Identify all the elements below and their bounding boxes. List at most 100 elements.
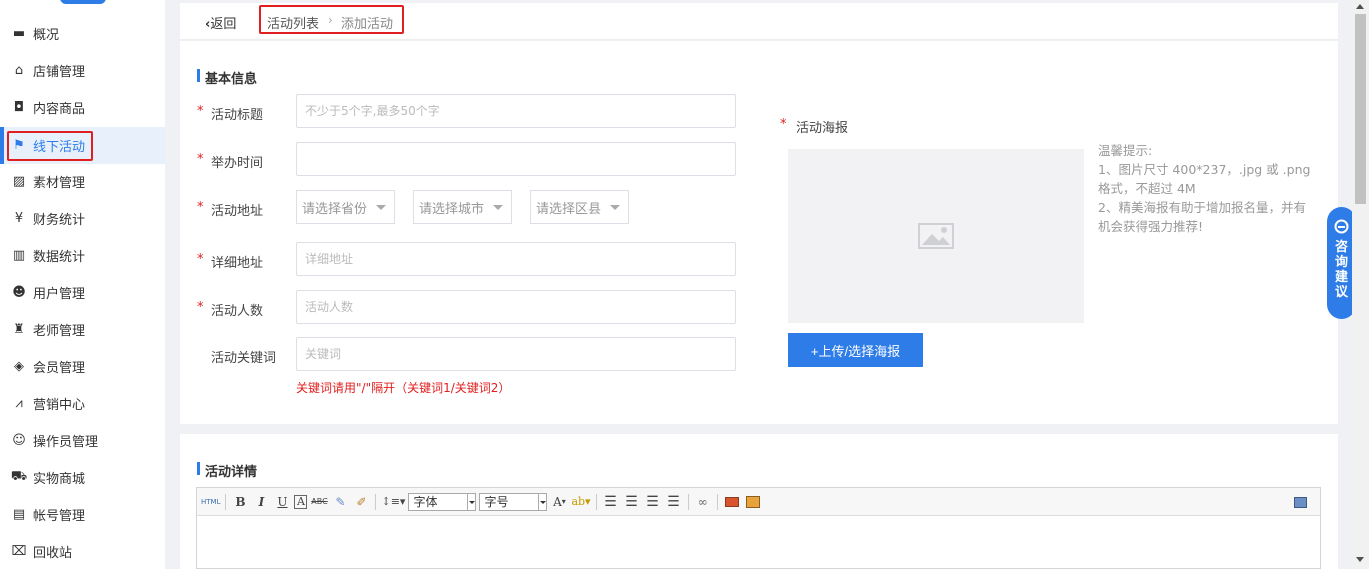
sidebar-item-6[interactable]: ▥ 数据统计 — [0, 237, 165, 274]
toolbar-separator — [225, 493, 227, 510]
font-family-select[interactable]: 字体 — [408, 492, 477, 511]
poster-preview[interactable] — [788, 149, 1084, 323]
bold-button[interactable]: B — [231, 492, 249, 512]
font-color-button[interactable]: A ▾ — [550, 492, 568, 512]
section-title-activity-detail: 活动详情 — [197, 461, 257, 480]
sidebar-item-12[interactable]: ⛟ 实物商城 — [0, 459, 165, 496]
detail-address-input[interactable] — [296, 242, 736, 276]
strikethrough-button[interactable]: ABC — [310, 492, 328, 512]
toolbar-separator — [716, 493, 718, 510]
rich-text-editor[interactable]: HTML B I U A ABC ✎ ✐ ↕≡▾ 字体 字号 A ▾ ab▾ ☰ … — [196, 487, 1321, 569]
keywords-input[interactable] — [296, 337, 736, 371]
sidebar-item-13[interactable]: ▤ 帐号管理 — [0, 496, 165, 533]
sidebar-item-4[interactable]: ▨ 素材管理 — [0, 163, 165, 200]
bar-chart-icon: ▥ — [12, 248, 26, 263]
sidebar-item-7[interactable]: ☻ 用户管理 — [0, 274, 165, 311]
bag-icon: ◘ — [13, 100, 25, 115]
shop-icon: ⌂ — [14, 63, 24, 78]
label-address: 活动地址 — [211, 204, 264, 219]
back-button[interactable]: ‹返回 — [205, 13, 236, 32]
align-justify-icon[interactable]: ☰ — [665, 492, 683, 512]
image-placeholder-icon — [918, 223, 954, 249]
sidebar-item-label: 帐号管理 — [33, 509, 86, 524]
caret-down-icon — [610, 205, 620, 210]
tips-line: 温馨提示: — [1098, 143, 1153, 158]
font-size-value: 字号 — [484, 495, 509, 509]
hold-time-input[interactable] — [296, 142, 736, 176]
province-select-value: 请选择省份 — [302, 201, 368, 217]
trend-icon: ⩘ — [15, 396, 23, 411]
required-mark: * — [197, 252, 204, 267]
trash-icon: ⌧ — [11, 544, 27, 559]
toolbar-separator — [375, 493, 377, 510]
required-mark: * — [197, 300, 204, 315]
sidebar-item-label: 店铺管理 — [33, 65, 86, 80]
font-color-label: A — [553, 494, 562, 509]
fullscreen-icon[interactable] — [1291, 492, 1309, 512]
sidebar-item-5[interactable]: ¥ 财务统计 — [0, 200, 165, 237]
sidebar-item-label: 操作员管理 — [33, 435, 99, 450]
toolbar-separator — [595, 493, 597, 510]
dropdown-arrow-icon — [467, 493, 476, 510]
align-right-icon[interactable]: ☰ — [644, 492, 662, 512]
sidebar-item-10[interactable]: ⩘ 营销中心 — [0, 385, 165, 422]
underline-button[interactable]: U — [273, 492, 291, 512]
sidebar-item-14[interactable]: ⌧ 回收站 — [0, 533, 165, 569]
tips-line: 2、精美海报有助于增加报名量，并有 — [1098, 200, 1306, 215]
district-select[interactable]: 请选择区县 — [530, 190, 629, 224]
sidebar-item-2[interactable]: ◘ 内容商品 — [0, 89, 165, 126]
feedback-label: 咨询建议 — [1334, 240, 1348, 300]
font-border-button[interactable]: A — [294, 494, 308, 509]
poster-tips: 温馨提示: 1、图片尺寸 400*237，.jpg 或 .png 格式，不超过 … — [1098, 141, 1313, 236]
label-keywords: 活动关键词 — [211, 351, 277, 366]
tips-line: 1、图片尺寸 400*237，.jpg 或 .png — [1098, 162, 1311, 177]
sidebar-item-label: 内容商品 — [33, 102, 86, 117]
upload-poster-button[interactable]: +上传/选择海报 — [788, 333, 923, 367]
city-select-value: 请选择城市 — [419, 201, 485, 217]
align-left-icon[interactable]: ☰ — [602, 492, 620, 512]
operator-icon: ☺ — [12, 433, 26, 448]
sidebar-item-0[interactable]: ▬ 概况 — [0, 15, 165, 52]
html-source-button[interactable]: HTML — [201, 492, 220, 512]
align-center-icon[interactable]: ☰ — [623, 492, 641, 512]
participants-input[interactable] — [296, 290, 736, 324]
scroll-down-arrow[interactable] — [1356, 557, 1364, 562]
sidebar-item-9[interactable]: ◈ 会员管理 — [0, 348, 165, 385]
caret-down-icon — [376, 205, 386, 210]
font-size-select[interactable]: 字号 — [479, 492, 548, 511]
required-mark: * — [197, 104, 204, 119]
eraser-icon[interactable]: ✎ — [331, 492, 349, 512]
label-detail-address: 详细地址 — [211, 256, 264, 271]
sidebar-top-pill — [60, 0, 106, 4]
sidebar-item-label: 用户管理 — [33, 287, 86, 302]
highlight-color-icon[interactable]: ab▾ — [571, 492, 590, 512]
toolbar-separator — [687, 493, 689, 510]
line-height-icon[interactable]: ↕≡▾ — [381, 492, 405, 512]
label-poster: 活动海报 — [796, 121, 849, 136]
city-select[interactable]: 请选择城市 — [413, 190, 512, 224]
sidebar-item-8[interactable]: ♜ 老师管理 — [0, 311, 165, 348]
link-icon[interactable]: ∞ — [694, 492, 712, 512]
insert-multi-image-icon[interactable] — [744, 492, 762, 512]
required-mark: * — [780, 117, 787, 132]
scroll-up-arrow[interactable] — [1356, 4, 1364, 9]
id-card-icon: ▤ — [12, 507, 26, 522]
province-select[interactable]: 请选择省份 — [296, 190, 395, 224]
format-brush-icon[interactable]: ✐ — [352, 492, 370, 512]
section-title-basic-info: 基本信息 — [197, 68, 257, 87]
editor-toolbar: HTML B I U A ABC ✎ ✐ ↕≡▾ 字体 字号 A ▾ ab▾ ☰ … — [197, 488, 1320, 516]
sidebar-item-11[interactable]: ☺ 操作员管理 — [0, 422, 165, 459]
sidebar-item-label: 会员管理 — [33, 361, 86, 376]
activity-title-input[interactable] — [296, 94, 736, 128]
label-hold-time: 举办时间 — [211, 156, 264, 171]
tips-line: 格式，不超过 4M — [1098, 181, 1196, 196]
cart-icon: ⛟ — [10, 469, 28, 484]
insert-image-icon[interactable] — [723, 492, 741, 512]
sidebar-item-label: 营销中心 — [33, 398, 86, 413]
italic-button[interactable]: I — [252, 492, 270, 512]
scrollbar-thumb[interactable] — [1355, 14, 1366, 204]
sidebar-item-1[interactable]: ⌂ 店铺管理 — [0, 52, 165, 89]
sidebar-item-label: 数据统计 — [33, 250, 86, 265]
back-label: 返回 — [210, 17, 237, 32]
tips-line: 机会获得强力推荐! — [1098, 219, 1204, 234]
